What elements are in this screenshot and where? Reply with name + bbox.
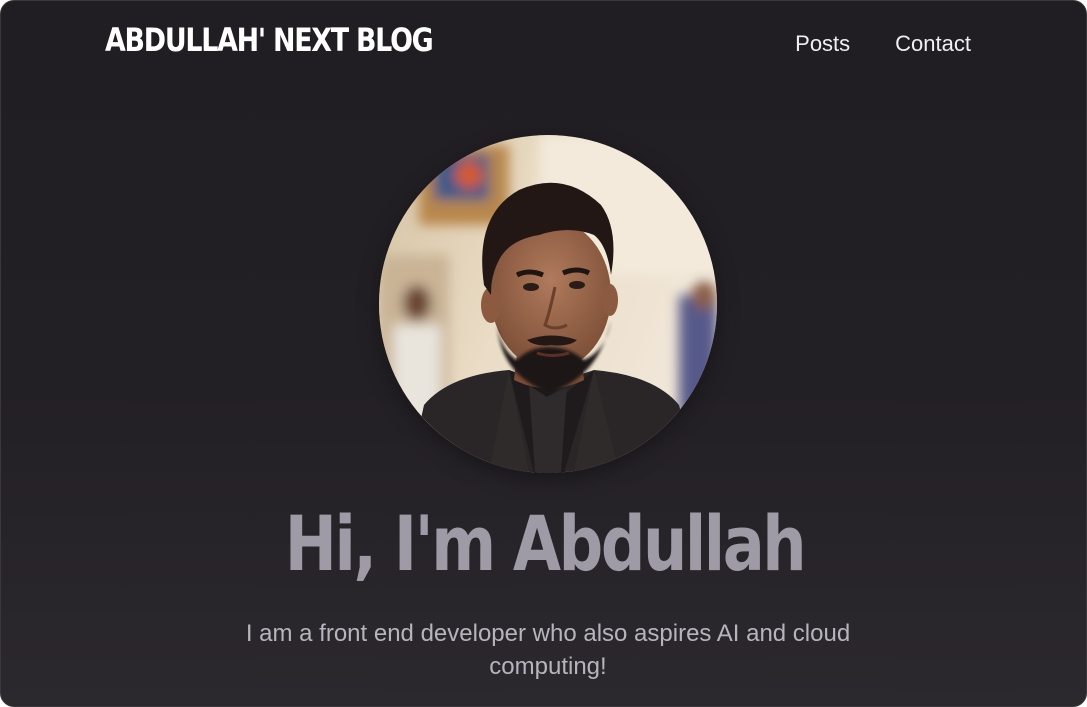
main-nav: Posts Contact xyxy=(795,31,971,57)
hero-subtitle: I am a front end developer who also aspi… xyxy=(245,620,851,680)
site-header: ABDULLAH' NEXT BLOG Posts Contact xyxy=(1,1,1086,93)
site-logo[interactable]: ABDULLAH' NEXT BLOG xyxy=(105,21,434,59)
nav-link-posts[interactable]: Posts xyxy=(795,31,850,57)
app-window: ABDULLAH' NEXT BLOG Posts Contact Hi, I'… xyxy=(0,0,1087,707)
profile-avatar xyxy=(379,135,717,473)
portrait-photo xyxy=(379,135,717,473)
hero-title: Hi, I'm Abdullah xyxy=(284,499,807,588)
nav-link-contact[interactable]: Contact xyxy=(895,31,971,57)
